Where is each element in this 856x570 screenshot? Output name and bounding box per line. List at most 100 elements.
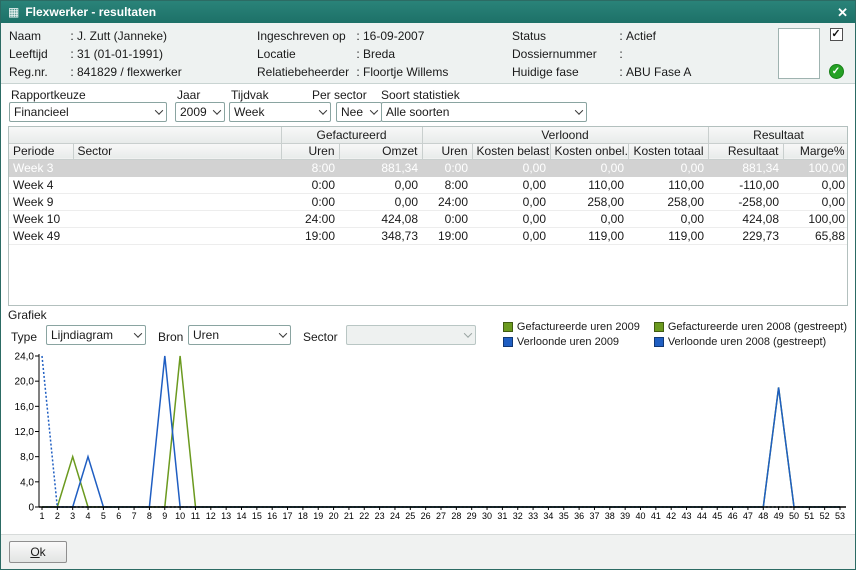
cell: 0:00 bbox=[281, 176, 339, 193]
per-sector-select[interactable]: Nee bbox=[336, 102, 382, 122]
cell: 0:00 bbox=[281, 193, 339, 210]
column-header-omzet[interactable]: Omzet bbox=[339, 143, 422, 159]
jaar-select[interactable]: 2009 bbox=[175, 102, 225, 122]
tijdvak-select[interactable]: Week bbox=[229, 102, 331, 122]
chart-type-label: Type bbox=[11, 330, 37, 344]
column-header-kosten-totaal[interactable]: Kosten totaal bbox=[628, 143, 708, 159]
svg-text:4,0: 4,0 bbox=[20, 477, 34, 488]
table-row[interactable]: Week 38:00881,340:000,000,000,00881,3410… bbox=[9, 159, 848, 176]
field-value: Floortje Willems bbox=[363, 65, 512, 79]
results-chart: 24,020,016,012,08,04,0012345678910111213… bbox=[8, 350, 848, 534]
svg-text:37: 37 bbox=[589, 511, 599, 521]
cell: 100,00 bbox=[783, 159, 848, 176]
legend-label: Verloonde uren 2009 bbox=[517, 336, 619, 348]
svg-text:30: 30 bbox=[482, 511, 492, 521]
field-label: Naam bbox=[9, 29, 67, 43]
table-row[interactable]: Week 4919:00348,7319:000,00119,00119,002… bbox=[9, 227, 848, 244]
svg-text:45: 45 bbox=[712, 511, 722, 521]
field-value: Actief bbox=[626, 29, 778, 43]
field-value: Breda bbox=[363, 47, 512, 61]
cell: 0,00 bbox=[472, 210, 550, 227]
cell: 110,00 bbox=[550, 176, 628, 193]
cell: 100,00 bbox=[783, 210, 848, 227]
cell: 0,00 bbox=[472, 227, 550, 244]
table-row[interactable]: Week 40:000,008:000,00110,00110,00-110,0… bbox=[9, 176, 848, 193]
soort-statistiek-select[interactable]: Alle soorten bbox=[381, 102, 587, 122]
legend-label: Gefactureerde uren 2009 bbox=[517, 321, 640, 333]
colon: : bbox=[67, 47, 77, 61]
table-row[interactable]: Week 1024:00424,080:000,000,000,00424,08… bbox=[9, 210, 848, 227]
cell: Week 49 bbox=[9, 227, 73, 244]
cell: 119,00 bbox=[628, 227, 708, 244]
svg-text:33: 33 bbox=[528, 511, 538, 521]
ok-button[interactable]: Ok bbox=[9, 541, 67, 563]
cell: 881,34 bbox=[708, 159, 783, 176]
cell: 24:00 bbox=[281, 210, 339, 227]
svg-text:46: 46 bbox=[728, 511, 738, 521]
legend-swatch bbox=[503, 337, 513, 347]
chart-type-select[interactable]: Lijndiagram bbox=[46, 325, 146, 345]
svg-text:19: 19 bbox=[313, 511, 323, 521]
cell: 110,00 bbox=[628, 176, 708, 193]
table-row[interactable]: Week 90:000,0024:000,00258,00258,00-258,… bbox=[9, 193, 848, 210]
column-header-uren-verloond[interactable]: Uren bbox=[422, 143, 472, 159]
svg-text:36: 36 bbox=[574, 511, 584, 521]
column-header-marge[interactable]: Marge% bbox=[783, 143, 848, 159]
svg-text:11: 11 bbox=[191, 511, 200, 521]
rapportkeuze-select[interactable]: Financieel bbox=[9, 102, 167, 122]
flexworker-checkbox[interactable]: ✓ bbox=[830, 28, 843, 41]
chart-source-label: Bron bbox=[158, 330, 183, 344]
legend-label: Gefactureerde uren 2008 (gestreept) bbox=[668, 321, 847, 333]
rapportkeuze-label: Rapportkeuze bbox=[11, 88, 86, 102]
column-header-uren-gefactureerd[interactable]: Uren bbox=[281, 143, 339, 159]
cell: 0,00 bbox=[472, 193, 550, 210]
column-header-sector[interactable]: Sector bbox=[73, 143, 281, 159]
info-field-locatie: Locatie : Breda bbox=[257, 45, 512, 63]
svg-text:15: 15 bbox=[252, 511, 262, 521]
info-field-regnr: Reg.nr. : 841829 / flexwerker bbox=[9, 63, 257, 81]
cell: Week 9 bbox=[9, 193, 73, 210]
svg-text:29: 29 bbox=[467, 511, 477, 521]
info-widgets: ✓ ✓ bbox=[825, 27, 847, 81]
column-header-kosten-belast[interactable]: Kosten belast bbox=[472, 143, 550, 159]
colon: : bbox=[67, 29, 77, 43]
column-header-resultaat[interactable]: Resultaat bbox=[708, 143, 783, 159]
svg-text:47: 47 bbox=[743, 511, 753, 521]
cell: 0,00 bbox=[339, 193, 422, 210]
info-field-relatiebeheerder: Relatiebeheerder : Floortje Willems bbox=[257, 63, 512, 81]
svg-text:43: 43 bbox=[682, 511, 692, 521]
svg-text:50: 50 bbox=[789, 511, 799, 521]
field-label: Status bbox=[512, 29, 616, 43]
svg-text:28: 28 bbox=[451, 511, 461, 521]
footer-bar: Ok bbox=[1, 534, 855, 569]
svg-text:32: 32 bbox=[513, 511, 523, 521]
svg-text:13: 13 bbox=[221, 511, 231, 521]
cell: 348,73 bbox=[339, 227, 422, 244]
column-header-periode[interactable]: Periode bbox=[9, 143, 73, 159]
tijdvak-value: Week bbox=[230, 105, 315, 119]
chart-source-select[interactable]: Uren bbox=[188, 325, 291, 345]
svg-text:44: 44 bbox=[697, 511, 707, 521]
svg-text:5: 5 bbox=[101, 511, 106, 521]
cell: 65,88 bbox=[783, 227, 848, 244]
cell: 8:00 bbox=[281, 159, 339, 176]
legend-swatch bbox=[654, 322, 664, 332]
chevron-down-icon bbox=[130, 326, 145, 344]
cell bbox=[73, 210, 281, 227]
colon: : bbox=[616, 29, 626, 43]
cell: 0:00 bbox=[422, 159, 472, 176]
flexwerker-results-window: ▦ Flexwerker - resultaten ✕ Naam : J. Zu… bbox=[0, 0, 856, 570]
info-column-3: Status : Actief Dossiernummer : Huidige … bbox=[512, 27, 778, 81]
chevron-down-icon bbox=[151, 103, 166, 121]
cell: 8:00 bbox=[422, 176, 472, 193]
svg-text:6: 6 bbox=[116, 511, 121, 521]
field-label: Relatiebeheerder bbox=[257, 65, 353, 79]
chart-legend: Gefactureerde uren 2009 Gefactureerde ure… bbox=[503, 321, 847, 348]
field-value: 31 (01-01-1991) bbox=[77, 47, 257, 61]
field-label: Locatie bbox=[257, 47, 353, 61]
column-header-kosten-onbel[interactable]: Kosten onbel. bbox=[550, 143, 628, 159]
cell bbox=[73, 176, 281, 193]
soort-statistiek-label: Soort statistiek bbox=[381, 88, 460, 102]
cell: 424,08 bbox=[339, 210, 422, 227]
close-icon[interactable]: ✕ bbox=[837, 6, 848, 19]
